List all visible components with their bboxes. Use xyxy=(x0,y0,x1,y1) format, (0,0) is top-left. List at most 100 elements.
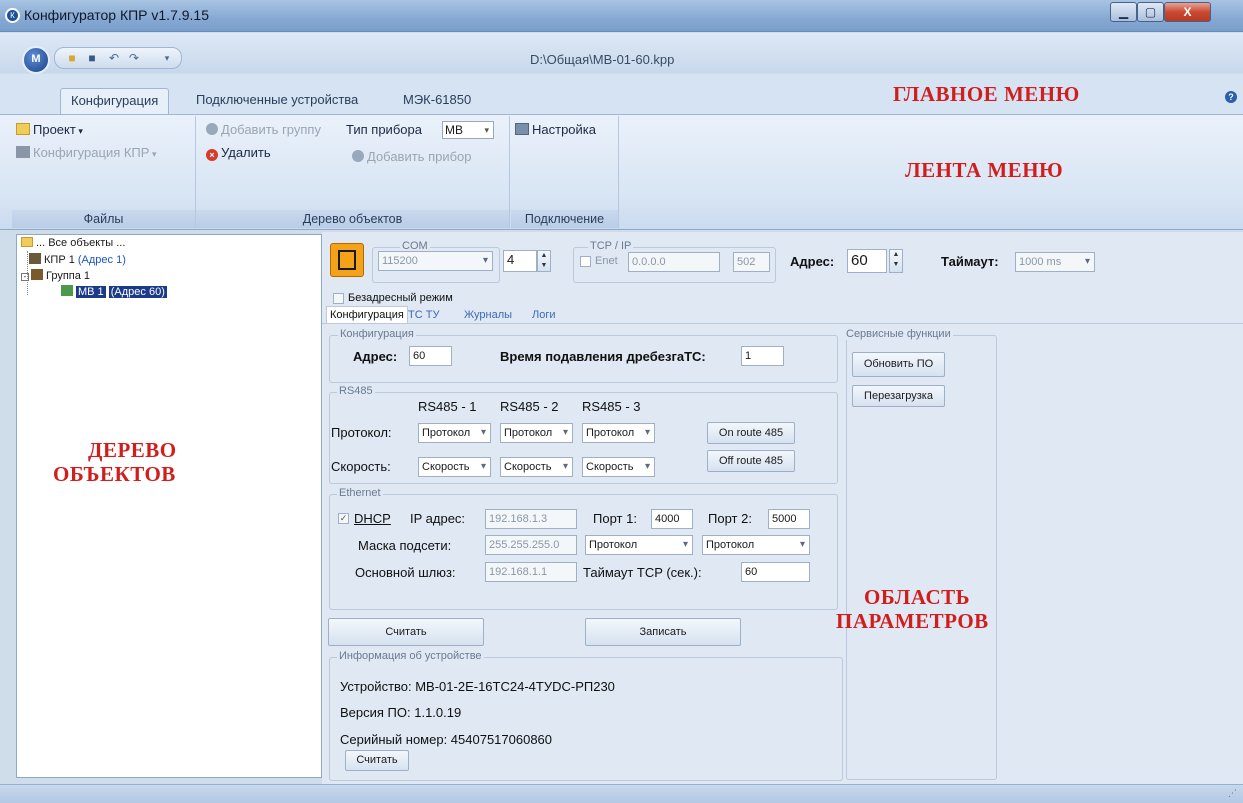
group-label-connection: Подключение xyxy=(511,210,618,228)
ribbon-group-tree: Добавить группу Тип прибора МВ ▾ × Удалить… xyxy=(196,116,510,228)
open-folder-icon[interactable]: ■ xyxy=(65,51,79,65)
ribbon-group-files: Проект ▾ Конфигурация КПР ▾ Файлы xyxy=(12,116,196,228)
address-spinner[interactable]: ▲ ▼ xyxy=(889,249,903,273)
config-address-label: Адрес: xyxy=(353,349,398,364)
tab-iec-61850[interactable]: МЭК-61850 xyxy=(393,88,481,114)
subtab-logs[interactable]: Логи xyxy=(532,309,556,321)
tcp-timeout-input[interactable]: 60 xyxy=(741,562,810,582)
address-input[interactable]: 60 xyxy=(847,249,887,273)
port1-input[interactable]: 4000 xyxy=(651,509,693,529)
project-menu[interactable]: Проект ▾ xyxy=(16,122,83,137)
close-button[interactable]: X xyxy=(1164,2,1211,22)
help-icon[interactable]: ? xyxy=(1225,91,1237,103)
subtab-journals[interactable]: Журналы xyxy=(464,309,512,321)
tcp-timeout-value: 60 xyxy=(745,566,758,578)
port1-protocol-value: Протокол xyxy=(589,539,638,551)
port1-value: 4000 xyxy=(655,513,680,525)
address-value: 60 xyxy=(851,252,868,269)
off-route-485-button[interactable]: Off route 485 xyxy=(707,450,795,472)
tcp-port-input[interactable]: 502 xyxy=(733,252,770,272)
folder-icon xyxy=(21,237,33,247)
rs485-3-speed-select[interactable]: Скорость xyxy=(582,457,655,477)
tab-connected-devices[interactable]: Подключенные устройства xyxy=(186,88,368,114)
tree-node-kpr[interactable]: КПР 1 (Адрес 1) xyxy=(29,253,126,266)
config-kpr-menu[interactable]: Конфигурация КПР ▾ xyxy=(16,145,156,160)
tree-node-device[interactable]: МВ 1 (Адрес 60) xyxy=(61,285,167,298)
rs485-3-protocol-select[interactable]: Протокол xyxy=(582,423,655,443)
add-device-button[interactable]: Добавить прибор xyxy=(352,149,472,164)
subtab-configuration[interactable]: Конфигурация xyxy=(326,306,408,323)
timeout-select[interactable]: 1000 ms xyxy=(1015,252,1095,272)
add-group-button[interactable]: Добавить группу xyxy=(206,122,321,137)
update-firmware-button[interactable]: Обновить ПО xyxy=(852,352,945,377)
dhcp-checkbox[interactable]: ✓ xyxy=(338,513,349,524)
config-address-input[interactable]: 60 xyxy=(409,346,452,366)
application-menu-button[interactable]: М xyxy=(22,46,50,74)
service-functions-title: Сервисные функции xyxy=(844,328,953,340)
delete-icon: × xyxy=(206,149,218,161)
rs485-2-speed-value: Скорость xyxy=(504,461,552,473)
kpr-address: (Адрес 1) xyxy=(77,254,126,266)
subtab-tc-tu[interactable]: ТС ТУ xyxy=(408,309,439,321)
minimize-button[interactable]: ▁ xyxy=(1110,2,1137,22)
port2-label: Порт 2: xyxy=(708,511,752,526)
delete-label: Удалить xyxy=(221,145,271,160)
debounce-input[interactable]: 1 xyxy=(741,346,784,366)
on-route-485-button[interactable]: On route 485 xyxy=(707,422,795,444)
redo-icon[interactable]: ↷ xyxy=(127,51,141,65)
write-button[interactable]: Записать xyxy=(585,618,741,646)
serial-number: Серийный номер: 45407517060860 xyxy=(340,732,553,747)
subnet-mask-input[interactable]: 255.255.255.0 xyxy=(485,535,577,555)
kpr-icon xyxy=(29,253,41,264)
title-bar: К Конфигуратор КПР v1.7.9.15 ▁ ▢ X xyxy=(0,0,1243,32)
device-icon xyxy=(61,285,73,296)
connect-button[interactable] xyxy=(330,243,364,277)
tcp-label: TCP / IP xyxy=(588,240,634,252)
firmware-version: Версия ПО: 1.1.0.19 xyxy=(340,705,462,720)
app-logo-icon: К xyxy=(5,8,20,23)
tcp-ip-input[interactable]: 0.0.0.0 xyxy=(628,252,720,272)
config-group-title: Конфигурация xyxy=(338,328,416,340)
device-info-read-button[interactable]: Считать xyxy=(345,750,409,771)
connection-settings-icon xyxy=(515,123,529,135)
reboot-button[interactable]: Перезагрузка xyxy=(852,385,945,407)
read-button[interactable]: Считать xyxy=(328,618,484,646)
device-type-select[interactable]: МВ ▾ xyxy=(442,121,494,139)
rs485-2-protocol-select[interactable]: Протокол xyxy=(500,423,573,443)
maximize-button[interactable]: ▢ xyxy=(1137,2,1164,22)
resize-grip-icon[interactable]: ⋰ xyxy=(1228,788,1237,799)
device-info-title: Информация об устройстве xyxy=(337,650,484,662)
com-port-spinner[interactable]: ▲ ▼ xyxy=(537,250,551,272)
settings-button[interactable]: Настройка xyxy=(515,122,596,137)
rs485-1-speed-select[interactable]: Скорость xyxy=(418,457,491,477)
gateway-input[interactable]: 192.168.1.1 xyxy=(485,562,577,582)
rs485-2-speed-select[interactable]: Скорость xyxy=(500,457,573,477)
addressless-checkbox[interactable] xyxy=(333,293,344,304)
gateway-label: Основной шлюз: xyxy=(355,565,456,580)
port2-input[interactable]: 5000 xyxy=(768,509,810,529)
port2-protocol-select[interactable]: Протокол xyxy=(702,535,810,555)
status-bar: ⋰ xyxy=(0,784,1243,803)
project-label: Проект xyxy=(33,122,76,137)
tab-configuration[interactable]: Конфигурация xyxy=(60,88,170,114)
device-type-label: Тип прибора xyxy=(346,122,422,137)
ribbon-group-connection: Настройка Подключение xyxy=(511,116,619,228)
debounce-value: 1 xyxy=(745,350,752,362)
group-label-files: Файлы xyxy=(12,210,195,228)
com-port-input[interactable]: 4 xyxy=(503,250,537,272)
ip-address-input[interactable]: 192.168.1.3 xyxy=(485,509,577,529)
rs485-3-header: RS485 - 3 xyxy=(582,399,641,414)
collapse-icon[interactable]: - xyxy=(21,273,29,281)
com-speed-select[interactable]: 115200 xyxy=(378,251,493,271)
save-icon[interactable]: ■ xyxy=(85,51,99,65)
rs485-1-protocol-select[interactable]: Протокол xyxy=(418,423,491,443)
enet-checkbox[interactable] xyxy=(580,256,591,267)
network-icon xyxy=(338,250,356,270)
tcp-port-value: 502 xyxy=(737,256,756,268)
delete-button[interactable]: × Удалить xyxy=(206,145,271,161)
tree-node-root[interactable]: ... Все объекты ... xyxy=(21,237,125,249)
tree-node-group[interactable]: - Группа 1 xyxy=(21,269,90,282)
port1-protocol-select[interactable]: Протокол xyxy=(585,535,693,555)
customize-qat-icon[interactable]: ▾ xyxy=(160,51,174,65)
undo-icon[interactable]: ↶ xyxy=(107,51,121,65)
